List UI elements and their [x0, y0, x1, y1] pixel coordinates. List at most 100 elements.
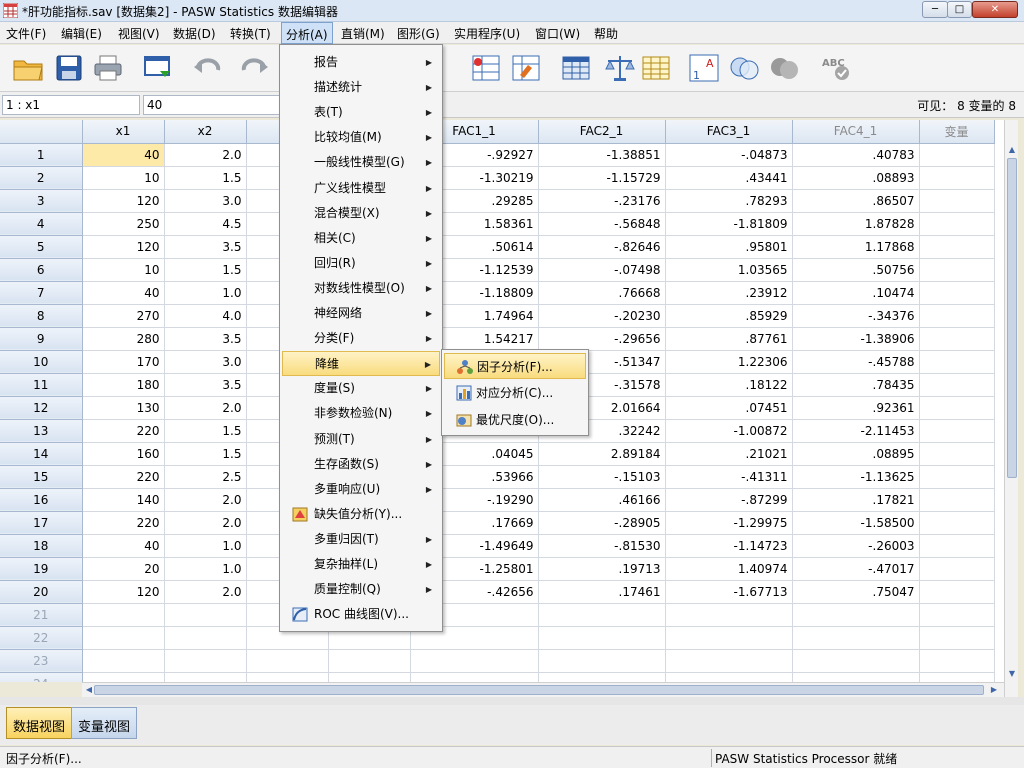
data-cell[interactable]: .78293 — [665, 189, 793, 213]
data-cell[interactable]: 3.5 — [164, 373, 247, 397]
data-cell[interactable] — [919, 189, 995, 213]
data-cell[interactable]: .08895 — [792, 442, 920, 466]
minimize-button[interactable]: ─ — [922, 1, 948, 18]
data-cell[interactable] — [919, 442, 995, 466]
data-cell[interactable]: 140 — [82, 488, 165, 512]
data-cell[interactable] — [665, 603, 793, 627]
row-header[interactable]: 24 — [0, 672, 83, 682]
insert-cases-icon[interactable] — [470, 53, 502, 83]
data-cell[interactable]: -.28905 — [538, 511, 666, 535]
data-cell[interactable] — [164, 603, 247, 627]
data-cell[interactable]: .75047 — [792, 580, 920, 604]
data-cell[interactable]: -.45788 — [792, 350, 920, 374]
data-cell[interactable] — [919, 396, 995, 420]
menu-view[interactable]: 视图(V) — [118, 25, 160, 42]
row-header[interactable]: 17 — [0, 511, 83, 535]
data-cell[interactable]: -1.13625 — [792, 465, 920, 489]
row-header[interactable]: 13 — [0, 419, 83, 443]
data-cell[interactable] — [82, 649, 165, 673]
data-cell[interactable]: -.41311 — [665, 465, 793, 489]
data-cell[interactable] — [246, 649, 329, 673]
data-cell[interactable] — [919, 373, 995, 397]
balance-weight-icon[interactable] — [604, 53, 636, 83]
data-cell[interactable]: 2.0 — [164, 511, 247, 535]
menu-item-optimal-scaling[interactable]: 最优尺度(O)... — [444, 407, 586, 433]
column-header[interactable]: FAC3_1 — [665, 120, 793, 144]
data-cell[interactable]: .43441 — [665, 166, 793, 190]
data-cell[interactable]: -1.38851 — [538, 143, 666, 167]
menu-item[interactable]: 度量(S) ▶ — [282, 376, 440, 401]
data-cell[interactable]: -.34376 — [792, 304, 920, 328]
menu-item[interactable]: 降维 ▶ — [282, 351, 440, 377]
row-header[interactable]: 16 — [0, 488, 83, 512]
menu-item-correspondence-analysis[interactable]: 对应分析(C)... — [444, 380, 586, 406]
menu-item[interactable]: 一般线性模型(G) ▶ — [282, 150, 440, 175]
menu-item[interactable]: ROC 曲线图(V)... — [282, 602, 440, 627]
data-cell[interactable] — [919, 649, 995, 673]
data-cell[interactable]: 40 — [82, 143, 165, 167]
menu-item[interactable]: 预测(T) ▶ — [282, 427, 440, 452]
data-cell[interactable] — [919, 235, 995, 259]
row-header[interactable]: 23 — [0, 649, 83, 673]
cell-value-field[interactable]: 40 — [143, 95, 283, 115]
data-cell[interactable]: 40 — [82, 281, 165, 305]
scroll-up-icon[interactable]: ▲ — [1006, 144, 1018, 156]
data-cell[interactable]: 1.40974 — [665, 557, 793, 581]
data-cell[interactable]: -1.81809 — [665, 212, 793, 236]
data-cell[interactable] — [919, 281, 995, 305]
menu-item[interactable]: 分类(F) ▶ — [282, 326, 440, 351]
row-header[interactable]: 20 — [0, 580, 83, 604]
row-header[interactable]: 1 — [0, 143, 83, 167]
row-header[interactable]: 19 — [0, 557, 83, 581]
data-cell[interactable]: .46166 — [538, 488, 666, 512]
open-folder-icon[interactable] — [12, 53, 44, 83]
column-header[interactable]: 变量 — [919, 120, 995, 144]
horizontal-scrollbar[interactable]: ◀ ▶ — [82, 682, 1004, 697]
spell-check-icon[interactable]: ABC — [820, 53, 852, 83]
menu-item[interactable]: 缺失值分析(Y)... — [282, 502, 440, 527]
data-cell[interactable]: .23912 — [665, 281, 793, 305]
data-cell[interactable]: 1.5 — [164, 258, 247, 282]
select-cases-icon[interactable] — [510, 53, 542, 83]
data-cell[interactable] — [246, 672, 329, 682]
data-cell[interactable]: -.82646 — [538, 235, 666, 259]
data-cell[interactable]: .85929 — [665, 304, 793, 328]
data-cell[interactable]: -.26003 — [792, 534, 920, 558]
menu-analyze[interactable]: 分析(A) — [281, 22, 333, 44]
data-cell[interactable]: 170 — [82, 350, 165, 374]
data-cell[interactable]: -1.15729 — [538, 166, 666, 190]
row-header[interactable]: 3 — [0, 189, 83, 213]
data-cell[interactable] — [792, 649, 920, 673]
data-table-icon[interactable] — [560, 53, 592, 83]
menu-item[interactable]: 广义线性模型 ▶ — [282, 176, 440, 201]
menu-help[interactable]: 帮助 — [594, 25, 618, 42]
data-cell[interactable] — [919, 350, 995, 374]
value-labels-icon[interactable]: A1 — [688, 53, 720, 83]
redo-icon[interactable] — [238, 53, 270, 83]
data-cell[interactable]: 2.0 — [164, 488, 247, 512]
data-cell[interactable] — [82, 672, 165, 682]
pane-splitter[interactable] — [0, 697, 1024, 705]
data-cell[interactable]: 2.0 — [164, 143, 247, 167]
data-cell[interactable] — [665, 649, 793, 673]
column-header[interactable]: FAC2_1 — [538, 120, 666, 144]
data-cell[interactable]: .08893 — [792, 166, 920, 190]
menu-item[interactable]: 回归(R) ▶ — [282, 251, 440, 276]
data-cell[interactable]: .21021 — [665, 442, 793, 466]
data-cell[interactable]: .40783 — [792, 143, 920, 167]
data-cell[interactable] — [919, 258, 995, 282]
data-cell[interactable] — [919, 166, 995, 190]
gray-circles-icon[interactable] — [768, 53, 800, 83]
scrollbar-thumb[interactable] — [1007, 158, 1017, 478]
data-cell[interactable] — [164, 649, 247, 673]
data-cell[interactable]: 1.22306 — [665, 350, 793, 374]
menu-window[interactable]: 窗口(W) — [535, 25, 580, 42]
data-cell[interactable] — [919, 143, 995, 167]
column-header[interactable]: FAC4_1 — [792, 120, 920, 144]
row-header[interactable]: 9 — [0, 327, 83, 351]
data-cell[interactable]: -1.38906 — [792, 327, 920, 351]
data-cell[interactable]: .95801 — [665, 235, 793, 259]
data-cell[interactable]: 2.89184 — [538, 442, 666, 466]
vertical-scrollbar[interactable]: ▲ ▼ — [1004, 120, 1018, 697]
menu-item[interactable]: 对数线性模型(O) ▶ — [282, 276, 440, 301]
